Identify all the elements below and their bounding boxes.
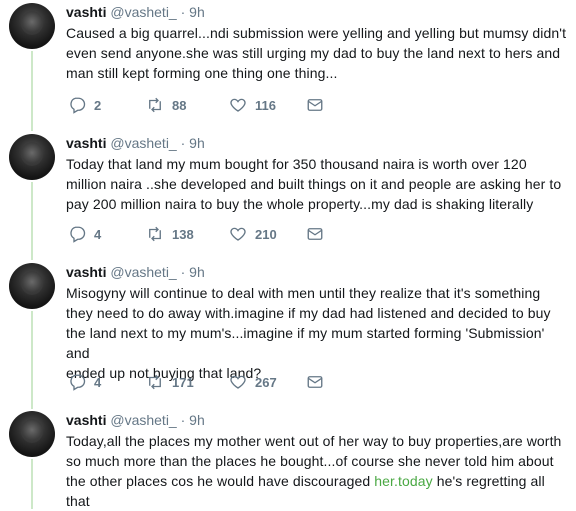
tweet-text: Misogyny will continue to deal with men …: [66, 283, 568, 383]
like-button[interactable]: 210: [229, 224, 277, 244]
like-count: 116: [255, 97, 276, 113]
timestamp[interactable]: 9h: [189, 264, 205, 280]
timestamp[interactable]: 9h: [189, 4, 205, 20]
tweet-text-line: million naira ..she developed and built …: [66, 176, 562, 192]
retweet-count: 138: [172, 226, 194, 242]
avatar[interactable]: [9, 263, 55, 309]
heart-icon: [230, 375, 246, 389]
reply-count: 4: [94, 374, 102, 390]
tweet-actions: 4 138 210: [66, 224, 346, 244]
tweet[interactable]: vashti @vasheti_ · 9h Today that land my…: [0, 134, 576, 260]
reply-icon: [70, 226, 86, 243]
retweet-icon: [149, 226, 161, 242]
mail-icon: [307, 99, 323, 111]
tweet-text-fragment: the other places cos he would have disco…: [66, 473, 375, 489]
author-name[interactable]: vashti: [66, 264, 106, 280]
author-name[interactable]: vashti: [66, 412, 106, 428]
reply-button[interactable]: 2: [68, 95, 101, 115]
tweet-text-line: even send anyone.she was still urging my…: [66, 45, 561, 61]
retweet-count: 171: [172, 374, 194, 390]
retweet-icon: [149, 97, 161, 113]
dm-button[interactable]: [306, 224, 324, 244]
thread-connector: [31, 459, 33, 509]
like-button[interactable]: 116: [229, 95, 276, 115]
tweet[interactable]: vashti @vasheti_ · 9h Today,all the plac…: [0, 411, 576, 509]
tweet-text-line: the other places cos he would have disco…: [66, 471, 568, 511]
tweet-text-line: Today that land my mum bought for 350 th…: [66, 156, 527, 172]
heart-icon: [230, 98, 246, 112]
thread-connector: [31, 51, 33, 131]
tweet-thread: vashti @vasheti_ · 9h Caused a big quarr…: [0, 0, 576, 509]
tweet-text: Today,all the places my mother went out …: [66, 431, 568, 511]
author-name[interactable]: vashti: [66, 4, 106, 20]
retweet-button[interactable]: 88: [146, 95, 186, 115]
tweet-text: Today that land my mum bought for 350 th…: [66, 154, 568, 214]
avatar[interactable]: [9, 411, 55, 457]
avatar[interactable]: [9, 134, 55, 180]
reply-button[interactable]: 4: [68, 372, 101, 392]
reply-button[interactable]: 4: [68, 224, 101, 244]
like-button[interactable]: 267: [229, 372, 277, 392]
author-handle[interactable]: @vasheti_: [110, 264, 176, 280]
separator-dot: ·: [180, 4, 186, 20]
reply-icon: [70, 374, 86, 391]
like-count: 267: [255, 374, 277, 390]
author-handle[interactable]: @vasheti_: [110, 412, 176, 428]
tweet-text-line: they need to do away with.imagine if my …: [66, 305, 551, 321]
tweet[interactable]: vashti @vasheti_ · 9h Caused a big quarr…: [0, 3, 576, 131]
tweet-text-line: Today,all the places my mother went out …: [66, 433, 562, 449]
tweet-text-line: the land next to my mum's...imagine if m…: [66, 325, 545, 361]
avatar[interactable]: [9, 3, 55, 49]
tweet-text-line: Caused a big quarrel...ndi submission we…: [66, 25, 567, 41]
tweet-actions: 2 88 116: [66, 95, 346, 115]
author-handle[interactable]: @vasheti_: [110, 135, 176, 151]
tweet[interactable]: vashti @vasheti_ · 9h Misogyny will cont…: [0, 263, 576, 409]
tweet-text-line: Misogyny will continue to deal with men …: [66, 285, 541, 301]
mail-icon: [307, 376, 323, 388]
reply-count: 4: [94, 226, 102, 242]
tweet-text-line: so much more than the places he bought..…: [66, 453, 554, 469]
separator-dot: ·: [180, 264, 186, 280]
tweet-text-line: pay 200 million naira to buy the whole p…: [66, 196, 534, 212]
tweet-actions: 4 171 267: [66, 372, 346, 392]
tweet-text: Caused a big quarrel...ndi submission we…: [66, 23, 568, 83]
author-name[interactable]: vashti: [66, 135, 106, 151]
dm-button[interactable]: [306, 372, 324, 392]
retweet-icon: [149, 374, 161, 390]
tweet-text-line: man still kept forming one thing one thi…: [66, 65, 338, 81]
thread-connector: [31, 182, 33, 260]
dm-button[interactable]: [306, 95, 324, 115]
retweet-count: 88: [172, 97, 187, 113]
like-count: 210: [255, 226, 277, 242]
reply-icon: [70, 97, 86, 114]
heart-icon: [230, 227, 246, 241]
retweet-button[interactable]: 138: [146, 224, 194, 244]
reply-count: 2: [94, 97, 102, 113]
tweet-link[interactable]: her.today: [374, 473, 433, 489]
mail-icon: [307, 228, 323, 240]
timestamp[interactable]: 9h: [189, 135, 205, 151]
retweet-button[interactable]: 171: [146, 372, 194, 392]
thread-connector: [31, 311, 33, 409]
separator-dot: ·: [180, 135, 186, 151]
separator-dot: ·: [180, 412, 186, 428]
author-handle[interactable]: @vasheti_: [110, 4, 176, 20]
timestamp[interactable]: 9h: [189, 412, 205, 428]
